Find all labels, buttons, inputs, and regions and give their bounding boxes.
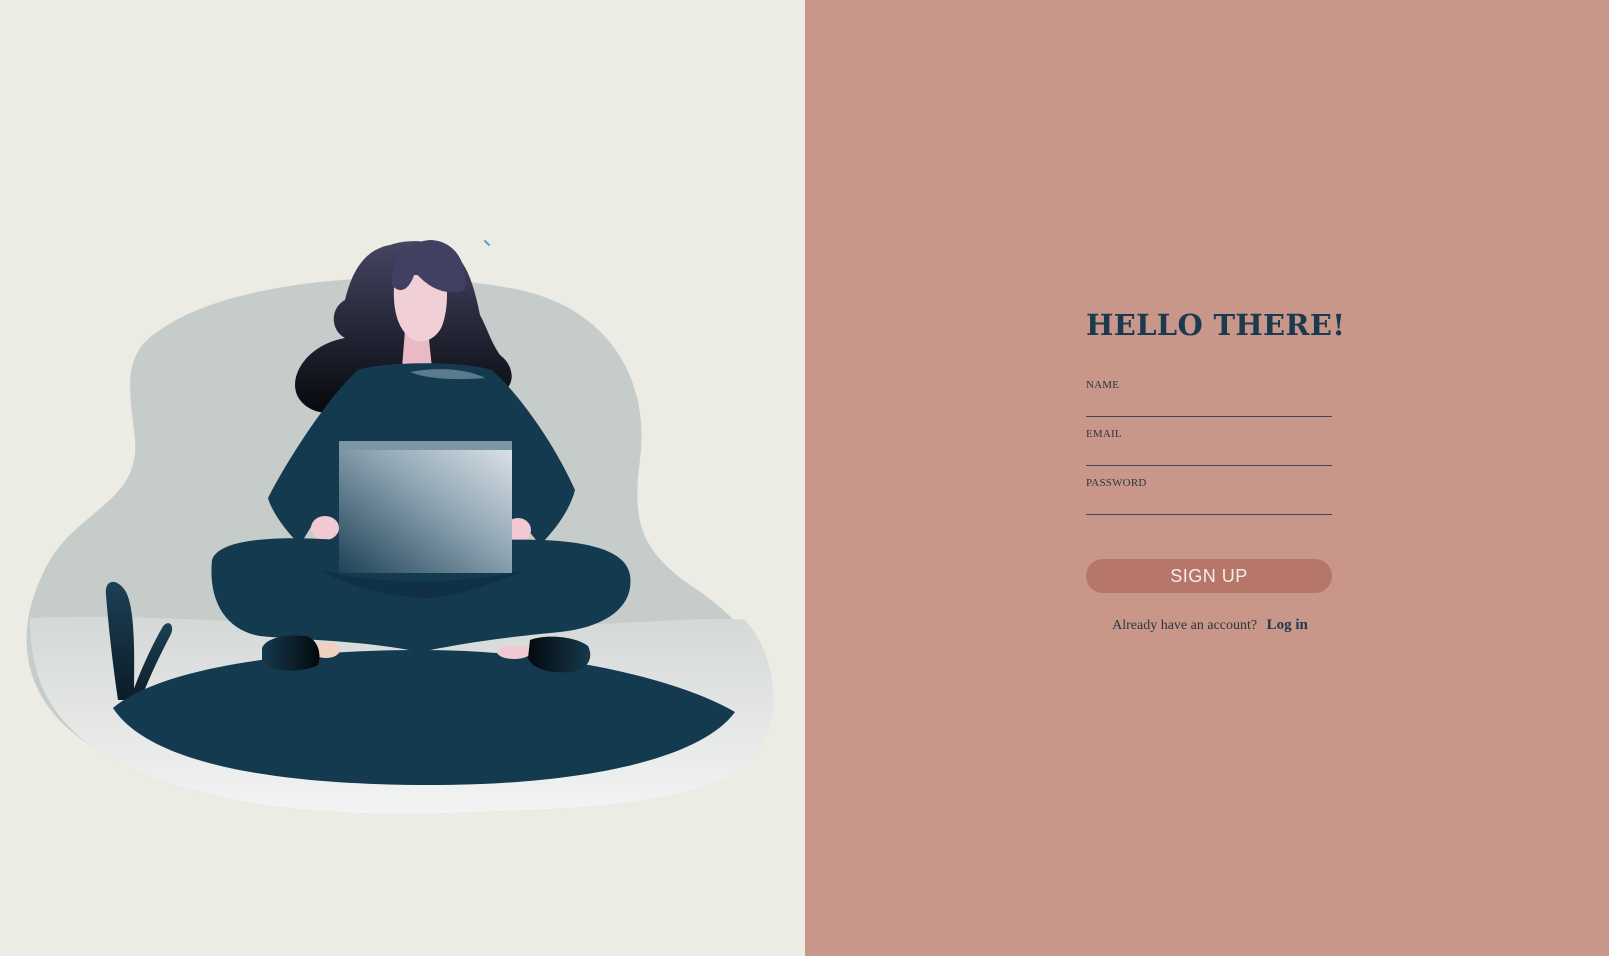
right-foot	[497, 645, 531, 659]
password-input[interactable]	[1086, 492, 1332, 515]
login-prompt-row: Already have an account? Log in	[1086, 617, 1334, 634]
email-input[interactable]	[1086, 443, 1332, 466]
sign-up-button[interactable]: SIGN UP	[1086, 559, 1332, 593]
login-link[interactable]: Log in	[1267, 617, 1308, 633]
name-input[interactable]	[1086, 394, 1332, 417]
right-shoe	[528, 636, 591, 673]
laptop-edge	[339, 441, 512, 450]
laptop	[339, 441, 512, 573]
left-hand	[311, 516, 339, 540]
login-prompt-text: Already have an account?	[1112, 618, 1258, 633]
left-shoe	[262, 635, 320, 671]
name-field: NAME	[1086, 370, 1334, 419]
page-title: HELLO THERE!	[1086, 308, 1346, 342]
email-label: EMAIL	[1086, 428, 1122, 440]
email-field: EMAIL	[1086, 419, 1334, 468]
illustration-panel	[0, 0, 805, 956]
password-label: PASSWORD	[1086, 477, 1147, 489]
signup-panel: HELLO THERE! NAME EMAIL PASSWORD SIGN UP…	[805, 0, 1609, 956]
signup-form: HELLO THERE! NAME EMAIL PASSWORD SIGN UP…	[1086, 300, 1346, 634]
sparkle	[484, 240, 490, 246]
password-field: PASSWORD	[1086, 468, 1334, 517]
name-label: NAME	[1086, 379, 1120, 391]
woman-with-laptop-illustration	[26, 240, 774, 814]
